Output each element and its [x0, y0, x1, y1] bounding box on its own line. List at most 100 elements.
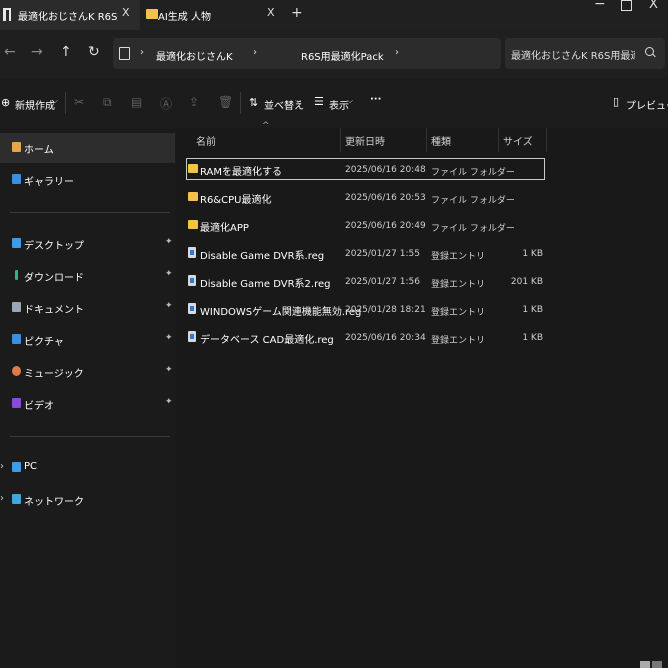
- gallery-icon: [12, 174, 21, 184]
- network-icon: [12, 494, 21, 504]
- video-icon: [12, 398, 21, 408]
- nav-item-pc[interactable]: › PC: [0, 453, 175, 483]
- pin-icon[interactable]: ✦: [165, 397, 173, 407]
- chevron-down-icon[interactable]: ⌵: [295, 96, 301, 106]
- expand-icon[interactable]: ›: [0, 461, 4, 472]
- registry-file-icon: [188, 247, 196, 258]
- search-input[interactable]: 最適化おじさんK R6S用最適化Pa: [511, 47, 635, 62]
- file-type: ファイル フォルダー: [431, 224, 515, 234]
- chevron-right-icon[interactable]: ›: [140, 47, 144, 58]
- tab-inactive[interactable]: AI生成 人物 X: [140, 0, 285, 30]
- pin-icon[interactable]: ✦: [165, 237, 173, 247]
- cut-icon[interactable]: ✂: [74, 95, 84, 109]
- minimize-button[interactable]: −: [594, 0, 606, 12]
- nav-item-label: ダウンロード: [24, 273, 84, 284]
- column-separator[interactable]: [498, 128, 499, 152]
- refresh-button[interactable]: ↻: [88, 44, 100, 60]
- new-tab-button[interactable]: +: [291, 5, 303, 21]
- breadcrumb-item[interactable]: 最適化おじさんK: [156, 48, 233, 63]
- nav-item-label: ネットワーク: [24, 497, 84, 508]
- chevron-down-icon[interactable]: ⌵: [347, 96, 353, 106]
- rename-icon[interactable]: Ⓐ: [160, 95, 172, 112]
- file-type: 登録エントリ: [431, 336, 486, 346]
- delete-icon[interactable]: 🗑: [218, 95, 233, 109]
- home-icon: [12, 142, 21, 152]
- file-type: 登録エントリ: [431, 280, 486, 290]
- folder-pack-icon: [3, 8, 11, 21]
- file-date: 2025/01/28 18:21: [345, 305, 426, 315]
- column-header-name[interactable]: 名前: [196, 133, 216, 148]
- divider: [10, 212, 170, 213]
- file-name[interactable]: データベース CAD最適化.reg: [200, 331, 334, 346]
- nav-item-desktop[interactable]: デスクトップ ✦: [0, 229, 175, 259]
- breadcrumb-item[interactable]: R6S用最適化Pack: [301, 48, 384, 63]
- nav-item-network[interactable]: › ネットワーク: [0, 485, 175, 515]
- up-button[interactable]: ↑: [60, 44, 72, 60]
- column-separator[interactable]: [426, 128, 427, 152]
- folder-icon: [146, 9, 158, 19]
- file-date: 2025/01/27 1:56: [345, 277, 420, 287]
- column-header-date[interactable]: 更新日時: [345, 133, 385, 148]
- chevron-right-icon[interactable]: ›: [253, 47, 257, 58]
- divider: [240, 92, 241, 114]
- close-tab-icon[interactable]: X: [267, 6, 275, 19]
- title-bar: 最適化おじさんK R6S用最適化Pack X AI生成 人物 X: [0, 0, 668, 30]
- tiles-view-icon[interactable]: [652, 661, 662, 668]
- file-list: [176, 128, 668, 668]
- nav-item-pictures[interactable]: ピクチャ ✦: [0, 325, 175, 355]
- nav-item-label: ドキュメント: [24, 305, 84, 316]
- forward-button[interactable]: →: [31, 44, 43, 60]
- chevron-right-icon[interactable]: ›: [395, 47, 399, 58]
- column-header-size[interactable]: サイズ: [503, 133, 533, 148]
- details-view-icon[interactable]: [640, 661, 650, 668]
- view-button[interactable]: 表示: [329, 97, 349, 112]
- view-toggle[interactable]: [640, 661, 664, 668]
- pc-icon: [12, 462, 21, 472]
- expand-icon[interactable]: ›: [0, 493, 4, 504]
- copy-icon[interactable]: ⧉: [103, 95, 112, 110]
- nav-item-documents[interactable]: ドキュメント ✦: [0, 293, 175, 323]
- tab-active[interactable]: 最適化おじさんK R6S用最適化Pack X: [0, 0, 140, 30]
- file-name[interactable]: RAMを最適化する: [200, 163, 282, 178]
- search-icon[interactable]: [645, 47, 654, 56]
- more-options-button[interactable]: ···: [370, 94, 381, 105]
- back-button[interactable]: ←: [4, 44, 16, 60]
- nav-item-label: ピクチャ: [24, 337, 64, 348]
- column-separator[interactable]: [546, 128, 547, 152]
- file-date: 2025/06/16 20:53: [345, 193, 426, 203]
- nav-item-downloads[interactable]: ダウンロード ✦: [0, 261, 175, 291]
- preview-button[interactable]: プレビュー: [626, 97, 668, 112]
- pin-icon[interactable]: ✦: [165, 333, 173, 343]
- file-name[interactable]: R6&CPU最適化: [200, 191, 271, 206]
- maximize-button[interactable]: [621, 0, 632, 11]
- new-button[interactable]: 新規作成: [15, 97, 55, 112]
- nav-item-videos[interactable]: ビデオ ✦: [0, 389, 175, 419]
- file-name[interactable]: WINDOWSゲーム関連機能無効.reg: [200, 303, 361, 318]
- file-name[interactable]: Disable Game DVR系2.reg: [200, 275, 330, 290]
- close-window-button[interactable]: X: [649, 0, 658, 12]
- download-icon: [15, 270, 18, 280]
- plus-icon: ⊕: [1, 96, 11, 109]
- pin-icon[interactable]: ✦: [165, 301, 173, 311]
- pin-icon[interactable]: ✦: [165, 365, 173, 375]
- share-icon[interactable]: ⇪: [189, 95, 199, 109]
- registry-file-icon: [188, 331, 196, 342]
- column-separator[interactable]: [340, 128, 341, 152]
- column-header-type[interactable]: 種類: [431, 133, 451, 148]
- close-tab-icon[interactable]: X: [122, 6, 130, 19]
- pc-icon: [119, 47, 130, 60]
- nav-item-gallery[interactable]: ギャラリー: [0, 165, 175, 195]
- file-name[interactable]: Disable Game DVR系.reg: [200, 247, 324, 262]
- nav-item-home[interactable]: ホーム: [0, 133, 175, 163]
- nav-item-music[interactable]: ミュージック ✦: [0, 357, 175, 387]
- nav-item-label: ギャラリー: [24, 177, 74, 188]
- tab-label: AI生成 人物: [158, 12, 211, 23]
- chevron-down-icon[interactable]: ⌵: [52, 96, 58, 106]
- music-icon: [12, 366, 21, 376]
- file-name[interactable]: 最適化APP: [200, 219, 249, 234]
- pin-icon[interactable]: ✦: [165, 269, 173, 279]
- paste-icon[interactable]: ▤: [131, 95, 142, 109]
- divider: [65, 92, 66, 114]
- folder-icon: [188, 164, 198, 173]
- sort-icon: ⇅: [249, 96, 259, 109]
